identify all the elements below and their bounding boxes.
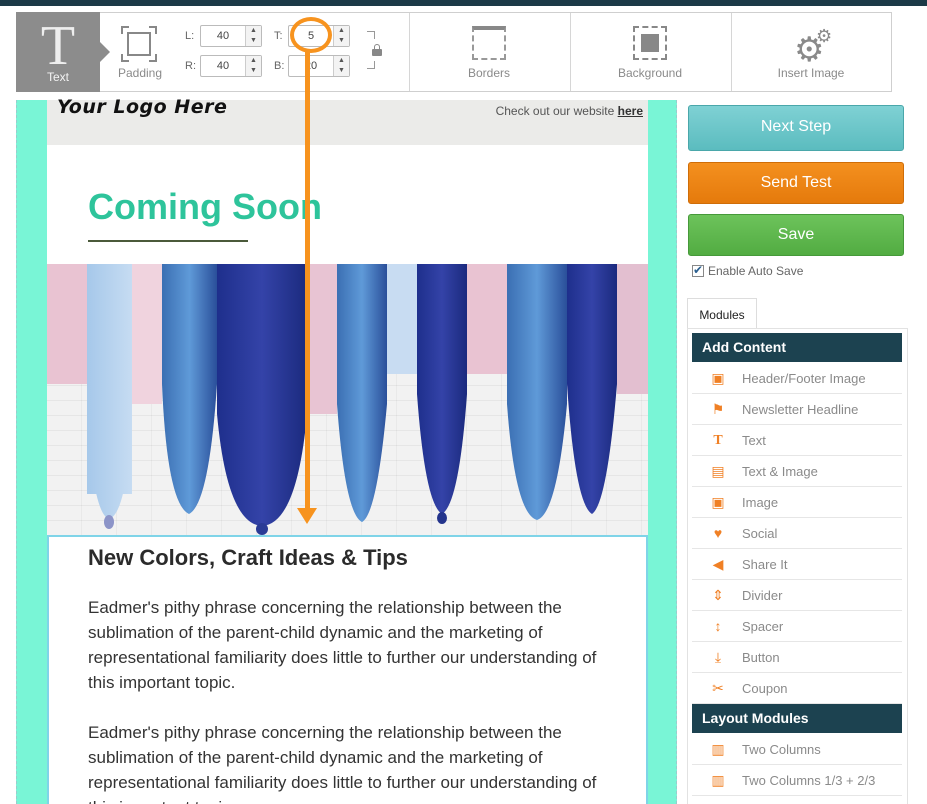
- module-text[interactable]: T Text: [692, 425, 902, 456]
- section-heading[interactable]: New Colors, Craft Ideas & Tips: [88, 545, 408, 571]
- module-divider[interactable]: ⇕ Divider: [692, 580, 902, 611]
- module-share-it[interactable]: ◀ Share It: [692, 549, 902, 580]
- two-columns-icon: ▥: [711, 741, 725, 757]
- insert-image-label[interactable]: Insert Image: [751, 66, 871, 80]
- increment-icon[interactable]: ▲: [246, 26, 261, 36]
- decrement-icon[interactable]: ▼: [334, 36, 349, 46]
- padding-bottom-label: B:: [274, 60, 285, 72]
- background-label[interactable]: Background: [590, 66, 710, 80]
- logo-text[interactable]: Your Logo Here: [57, 96, 227, 118]
- toolbar-divider: [409, 13, 410, 91]
- save-button[interactable]: Save: [688, 214, 904, 256]
- padding-right-stepper[interactable]: 40 ▲ ▼: [200, 55, 262, 77]
- link-bracket-bottom-icon: [367, 61, 375, 69]
- annotation-arrow-line: [305, 52, 310, 510]
- increment-icon[interactable]: ▲: [246, 56, 261, 66]
- two-columns-icon: ▥: [711, 772, 725, 788]
- increment-icon[interactable]: ▲: [334, 56, 349, 66]
- email-body: Your Logo Here Check out our website her…: [47, 96, 648, 804]
- top-accent-bar: [0, 0, 927, 6]
- increment-icon[interactable]: ▲: [334, 26, 349, 36]
- flag-icon: ⚑: [711, 401, 725, 417]
- padding-top-label: T:: [274, 30, 283, 42]
- toolbar-divider: [731, 13, 732, 91]
- module-header-footer-image[interactable]: ▣ Header/Footer Image: [692, 363, 902, 394]
- megaphone-icon: ◀: [712, 556, 724, 572]
- module-text-image[interactable]: ▤ Text & Image: [692, 456, 902, 487]
- email-header[interactable]: Your Logo Here Check out our website her…: [47, 96, 648, 145]
- next-step-button[interactable]: Next Step: [688, 105, 904, 151]
- borders-label[interactable]: Borders: [429, 66, 549, 80]
- module-newsletter-headline[interactable]: ⚑ Newsletter Headline: [692, 394, 902, 425]
- spacer-icon: ↕: [714, 618, 722, 634]
- lock-icon[interactable]: [372, 44, 382, 56]
- divider-icon: ⇕: [712, 587, 724, 603]
- padding-bottom-stepper[interactable]: 20 ▲ ▼: [288, 55, 350, 77]
- email-canvas: Your Logo Here Check out our website her…: [16, 96, 677, 804]
- arrow-down-icon: [297, 508, 317, 524]
- highlight-circle: [290, 17, 332, 53]
- gears-icon[interactable]: ⚙ ⚙: [792, 25, 832, 67]
- heart-icon: ♥: [713, 525, 723, 541]
- text-tool-icon: T: [40, 15, 76, 77]
- send-test-button[interactable]: Send Test: [688, 162, 904, 204]
- paragraph[interactable]: Eadmer's pithy phrase concerning the rel…: [88, 595, 618, 695]
- scissors-icon: ✂: [712, 680, 724, 696]
- paragraph[interactable]: Eadmer's pithy phrase concerning the rel…: [88, 720, 618, 804]
- text-tool-label: Text: [46, 70, 69, 84]
- header-link-text: Check out our website here: [496, 104, 643, 118]
- module-social[interactable]: ♥ Social: [692, 518, 902, 549]
- module-two-columns-third[interactable]: ▥ Two Columns 1/3 + 2/3: [692, 765, 902, 796]
- auto-save-label: Enable Auto Save: [708, 264, 804, 278]
- headline[interactable]: Coming Soon: [88, 186, 322, 228]
- headline-underline: [88, 240, 248, 242]
- checkbox-icon[interactable]: [692, 263, 704, 277]
- header-link-prefix: Check out our website: [495, 104, 618, 118]
- text-image-icon: ▤: [711, 463, 725, 479]
- text-module-selected[interactable]: New Colors, Craft Ideas & Tips Eadmer's …: [47, 535, 648, 804]
- padding-right-label: R:: [185, 60, 196, 72]
- module-coupon[interactable]: ✂ Coupon: [692, 673, 902, 704]
- link-bracket-top-icon: [367, 31, 375, 39]
- padding-label: Padding: [117, 66, 163, 80]
- button-icon: ⤓: [714, 649, 722, 665]
- layout-modules-heading: Layout Modules: [692, 704, 902, 733]
- decrement-icon[interactable]: ▼: [334, 66, 349, 76]
- decrement-icon[interactable]: ▼: [246, 66, 261, 76]
- image-icon: ▣: [711, 494, 725, 510]
- padding-icon: [121, 26, 157, 62]
- toolbar-divider: [570, 13, 571, 91]
- padding-left-value[interactable]: 40: [201, 26, 245, 46]
- module-two-columns[interactable]: ▥ Two Columns: [692, 734, 902, 765]
- image-icon: ▣: [711, 370, 725, 386]
- borders-icon[interactable]: [472, 26, 506, 60]
- padding-right-value[interactable]: 40: [201, 56, 245, 76]
- text-icon: T: [713, 433, 723, 448]
- text-tool-button[interactable]: T Text: [16, 12, 110, 92]
- paint-drip-art: [47, 264, 648, 535]
- active-tool-pointer: [100, 42, 110, 62]
- hero-image[interactable]: [47, 264, 648, 535]
- decrement-icon[interactable]: ▼: [246, 36, 261, 46]
- auto-save-toggle[interactable]: Enable Auto Save: [692, 263, 804, 278]
- padding-left-stepper[interactable]: 40 ▲ ▼: [200, 25, 262, 47]
- module-image[interactable]: ▣ Image: [692, 487, 902, 518]
- tab-modules[interactable]: Modules: [687, 298, 757, 329]
- module-spacer[interactable]: ↕ Spacer: [692, 611, 902, 642]
- background-icon[interactable]: [633, 26, 667, 60]
- padding-bottom-value[interactable]: 20: [289, 56, 333, 76]
- format-toolbar: T Text Padding L: 40 ▲ ▼ R: 40 ▲ ▼ T: 5 ▲ ▼…: [16, 12, 892, 92]
- padding-left-label: L:: [185, 30, 195, 42]
- header-link[interactable]: here: [618, 104, 643, 118]
- module-button[interactable]: ⤓ Button: [692, 642, 902, 673]
- add-content-heading: Add Content: [692, 333, 902, 362]
